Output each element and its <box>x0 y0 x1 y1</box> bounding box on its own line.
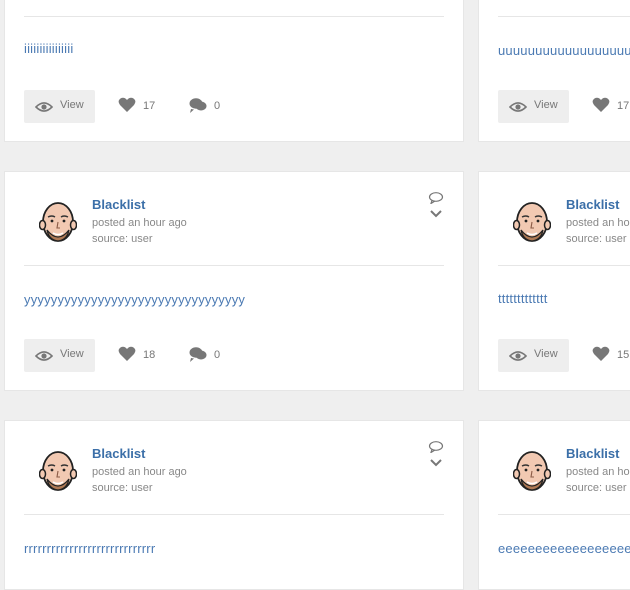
post-card: Blacklist posted an hour ago source: use… <box>4 420 464 590</box>
post-card: uuuuuuuuuuuuuuuuuuuuuuuu View 17 <box>478 0 630 142</box>
heart-icon <box>592 346 610 361</box>
post-text[interactable]: yyyyyyyyyyyyyyyyyyyyyyyyyyyyyyyyy <box>24 292 245 307</box>
post-text[interactable]: eeeeeeeeeeeeeeeeeeeee <box>498 541 630 556</box>
eye-icon <box>35 351 53 361</box>
speech-bubble-icon <box>428 192 444 204</box>
eye-icon <box>35 102 53 112</box>
post-card: Blacklist posted an hour ago source: use… <box>478 171 630 391</box>
view-button[interactable]: View <box>24 339 95 372</box>
post-time: posted an hour ago <box>92 217 187 229</box>
view-button[interactable]: View <box>498 90 569 123</box>
comment-icon <box>189 347 207 362</box>
chevron-down-icon <box>430 210 442 218</box>
post-card: Blacklist posted an hour ago source: use… <box>478 420 630 590</box>
post-source: source: user <box>92 233 153 245</box>
post-card: Blacklist posted an hour ago source: use… <box>4 171 464 391</box>
comment-icon <box>189 98 207 113</box>
post-menu-toggle[interactable] <box>427 441 445 469</box>
divider <box>24 265 444 266</box>
post-text[interactable]: ttttttttttttt <box>498 291 548 306</box>
view-label: View <box>60 99 84 111</box>
divider <box>498 514 630 515</box>
avatar[interactable] <box>39 200 77 248</box>
avatar[interactable] <box>513 200 551 248</box>
avatar[interactable] <box>39 449 77 497</box>
likes-count: 17 <box>143 100 156 112</box>
post-header: Blacklist posted an hour ago source: use… <box>5 421 463 515</box>
heart-icon <box>118 97 136 112</box>
post-time: posted an hour ago <box>566 217 630 229</box>
post-header: Blacklist posted an hour ago source: use… <box>479 421 630 515</box>
eye-icon <box>509 102 527 112</box>
post-header: Blacklist posted an hour ago source: use… <box>479 172 630 266</box>
author-name[interactable]: Blacklist <box>92 446 145 461</box>
comments-count: 0 <box>214 100 221 112</box>
likes-count: 17 <box>617 100 630 112</box>
likes-count: 18 <box>143 349 156 361</box>
author-name[interactable]: Blacklist <box>566 197 619 212</box>
likes-count: 15 <box>617 349 630 361</box>
post-text[interactable]: rrrrrrrrrrrrrrrrrrrrrrrrrrrrr <box>24 541 155 556</box>
post-header: Blacklist posted an hour ago source: use… <box>5 172 463 266</box>
speech-bubble-icon <box>428 441 444 453</box>
heart-icon <box>592 97 610 112</box>
avatar[interactable] <box>513 449 551 497</box>
post-card: iiiiiiiiiiiiiiii View 17 0 <box>4 0 464 142</box>
post-time: posted an hour ago <box>566 466 630 478</box>
view-button[interactable]: View <box>498 339 569 372</box>
post-text[interactable]: uuuuuuuuuuuuuuuuuuuuuuuu <box>498 43 630 58</box>
post-text[interactable]: iiiiiiiiiiiiiiii <box>24 41 73 56</box>
view-label: View <box>534 348 558 360</box>
author-name[interactable]: Blacklist <box>92 197 145 212</box>
divider <box>498 265 630 266</box>
eye-icon <box>509 351 527 361</box>
view-button[interactable]: View <box>24 90 95 123</box>
chevron-down-icon <box>430 459 442 467</box>
view-label: View <box>534 99 558 111</box>
author-name[interactable]: Blacklist <box>566 446 619 461</box>
post-source: source: user <box>92 482 153 494</box>
divider <box>498 16 630 17</box>
divider <box>24 514 444 515</box>
post-menu-toggle[interactable] <box>427 192 445 220</box>
post-time: posted an hour ago <box>92 466 187 478</box>
post-source: source: user <box>566 233 627 245</box>
heart-icon <box>118 346 136 361</box>
divider <box>24 16 444 17</box>
comments-count: 0 <box>214 349 221 361</box>
post-source: source: user <box>566 482 627 494</box>
view-label: View <box>60 348 84 360</box>
